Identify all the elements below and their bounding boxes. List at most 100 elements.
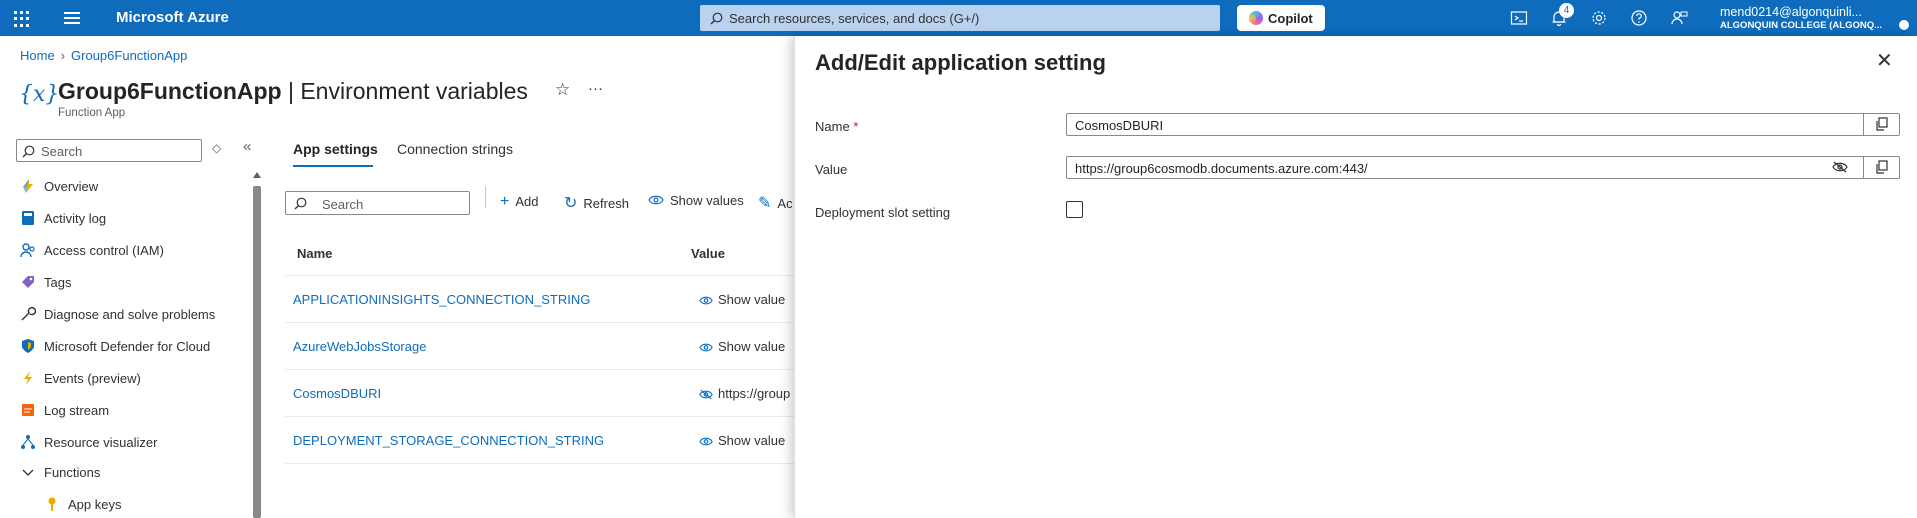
more-options-icon[interactable]: ··· bbox=[588, 80, 603, 97]
close-icon[interactable]: ✕ bbox=[1876, 48, 1893, 73]
favorite-star-icon[interactable]: ☆ bbox=[555, 80, 570, 100]
portal-menu-icon[interactable] bbox=[64, 12, 80, 24]
scrollbar-thumb[interactable] bbox=[253, 186, 261, 518]
wrench-icon bbox=[21, 306, 36, 321]
collapse-sidebar-icon[interactable]: « bbox=[243, 138, 251, 155]
setting-name-link[interactable]: DEPLOYMENT_STORAGE_CONNECTION_STRING bbox=[293, 433, 604, 448]
page-title: Group6FunctionApp | Environment variable… bbox=[58, 78, 528, 105]
people-icon bbox=[20, 243, 35, 258]
setting-name-link[interactable]: APPLICATIONINSIGHTS_CONNECTION_STRING bbox=[293, 292, 590, 307]
global-search-placeholder: Search resources, services, and docs (G+… bbox=[729, 11, 980, 26]
copilot-icon bbox=[1249, 11, 1263, 25]
settings-search-input[interactable]: Search bbox=[285, 191, 470, 215]
tag-icon bbox=[22, 276, 34, 288]
eye-icon bbox=[699, 343, 713, 352]
resource-name: Group6FunctionApp bbox=[58, 78, 282, 104]
network-icon bbox=[21, 435, 35, 449]
sidebar-item-app-keys[interactable]: App keys bbox=[44, 494, 274, 516]
refresh-button[interactable]: ↻ Refresh bbox=[564, 193, 629, 213]
tab-connection-strings[interactable]: Connection strings bbox=[397, 141, 513, 157]
show-value-button[interactable]: Show value bbox=[699, 433, 785, 448]
sidebar-item-log-stream[interactable]: Log stream bbox=[20, 400, 250, 422]
lightning-icon bbox=[23, 179, 33, 193]
value-value: https://group6cosmodb.documents.azure.co… bbox=[1075, 161, 1368, 176]
resource-type: Function App bbox=[58, 107, 126, 119]
edit-label: Ac bbox=[777, 196, 793, 211]
setting-name-link[interactable]: CosmosDBURI bbox=[293, 386, 381, 401]
sidebar-item-events[interactable]: Events (preview) bbox=[20, 368, 250, 390]
show-values-label: Show values bbox=[670, 193, 744, 208]
sidebar-scrollbar[interactable] bbox=[253, 172, 261, 518]
copy-name-button[interactable] bbox=[1863, 114, 1899, 135]
setting-name-link[interactable]: AzureWebJobsStorage bbox=[293, 339, 426, 354]
value-text: Show value bbox=[718, 433, 786, 448]
deployment-slot-checkbox[interactable] bbox=[1066, 201, 1083, 218]
help-icon[interactable] bbox=[1630, 9, 1648, 27]
table-row[interactable]: DEPLOYMENT_STORAGE_CONNECTION_STRING Sho… bbox=[285, 417, 795, 464]
sidebar-item-defender[interactable]: Microsoft Defender for Cloud bbox=[20, 336, 250, 358]
show-values-button[interactable]: Show values bbox=[648, 193, 744, 208]
active-tab-indicator bbox=[293, 165, 373, 167]
copy-icon bbox=[1876, 117, 1888, 131]
hide-value-toggle[interactable] bbox=[1821, 157, 1857, 178]
scroll-up-arrow-icon[interactable] bbox=[253, 172, 261, 178]
required-mark: * bbox=[853, 119, 859, 134]
sidebar-item-functions[interactable]: Functions bbox=[20, 462, 250, 484]
sidebar-item-label: Events (preview) bbox=[44, 371, 141, 386]
plus-icon: + bbox=[500, 193, 510, 210]
app-launcher-icon[interactable] bbox=[14, 11, 30, 27]
edit-button[interactable]: ✎ Ac bbox=[758, 193, 794, 213]
panel-title: Add/Edit application setting bbox=[815, 50, 1106, 75]
copilot-label: Copilot bbox=[1268, 11, 1313, 26]
copy-icon bbox=[1876, 160, 1888, 174]
edit-setting-panel: Add/Edit application setting ✕ Name * Co… bbox=[794, 36, 1917, 518]
chevron-right-icon: › bbox=[60, 48, 66, 63]
sidebar-item-resource-visualizer[interactable]: Resource visualizer bbox=[20, 432, 250, 454]
gear-icon[interactable] bbox=[1590, 9, 1608, 27]
show-value-button[interactable]: Show value bbox=[699, 292, 785, 307]
table-row[interactable]: AzureWebJobsStorage Show value bbox=[285, 323, 795, 370]
sidebar-item-label: Diagnose and solve problems bbox=[44, 307, 216, 322]
add-button[interactable]: + Add bbox=[500, 193, 538, 211]
eye-icon bbox=[648, 195, 664, 205]
copy-value-button[interactable] bbox=[1863, 157, 1899, 178]
sidebar-item-label: Resource visualizer bbox=[44, 435, 158, 450]
name-label: Name * bbox=[815, 119, 858, 134]
pencil-icon: ✎ bbox=[758, 195, 772, 212]
sidebar-item-label: Tags bbox=[44, 275, 72, 290]
table-row[interactable]: APPLICATIONINSIGHTS_CONNECTION_STRING Sh… bbox=[285, 276, 795, 323]
feedback-icon[interactable] bbox=[1670, 9, 1688, 27]
hide-value-button[interactable]: https://group bbox=[699, 386, 790, 401]
environment-variables-icon: {x} bbox=[19, 82, 60, 107]
search-icon bbox=[22, 145, 35, 158]
copilot-button[interactable]: Copilot bbox=[1237, 5, 1325, 31]
sidebar-item-activity-log[interactable]: Activity log bbox=[20, 208, 250, 230]
brand-title[interactable]: Microsoft Azure bbox=[116, 9, 229, 26]
name-field[interactable]: CosmosDBURI bbox=[1066, 113, 1900, 136]
settings-search-placeholder: Search bbox=[322, 197, 364, 212]
show-value-button[interactable]: Show value bbox=[699, 339, 785, 354]
breadcrumb-home[interactable]: Home bbox=[20, 48, 55, 63]
add-label: Add bbox=[515, 194, 539, 209]
tab-app-settings[interactable]: App settings bbox=[293, 141, 378, 157]
global-search-input[interactable]: Search resources, services, and docs (G+… bbox=[700, 5, 1220, 31]
sidebar-item-overview[interactable]: Overview bbox=[20, 176, 250, 198]
value-field[interactable]: https://group6cosmodb.documents.azure.co… bbox=[1066, 156, 1900, 179]
account-user: mend0214@algonquinli... bbox=[1720, 5, 1862, 19]
eye-off-icon bbox=[1832, 161, 1848, 173]
sidebar-item-label: Access control (IAM) bbox=[44, 243, 164, 258]
column-header-value[interactable]: Value bbox=[691, 246, 725, 261]
sidebar-item-diagnose[interactable]: Diagnose and solve problems bbox=[20, 304, 250, 326]
sidebar-item-iam[interactable]: Access control (IAM) bbox=[20, 240, 250, 262]
bolt-icon bbox=[24, 371, 32, 385]
top-bar: Microsoft Azure Search resources, servic… bbox=[0, 0, 1917, 36]
table-row[interactable]: CosmosDBURI https://group bbox=[285, 370, 795, 417]
expand-collapse-icon[interactable]: ◇ bbox=[212, 141, 221, 155]
sidebar-search-input[interactable]: Search bbox=[16, 139, 202, 162]
account-menu[interactable]: mend0214@algonquinli... ALGONQUIN COLLEG… bbox=[1720, 5, 1882, 31]
cloud-shell-icon[interactable] bbox=[1510, 9, 1528, 27]
sidebar-item-tags[interactable]: Tags bbox=[20, 272, 250, 294]
column-header-name[interactable]: Name bbox=[297, 246, 332, 261]
eye-off-icon bbox=[699, 389, 713, 400]
breadcrumb-resource[interactable]: Group6FunctionApp bbox=[71, 48, 187, 63]
